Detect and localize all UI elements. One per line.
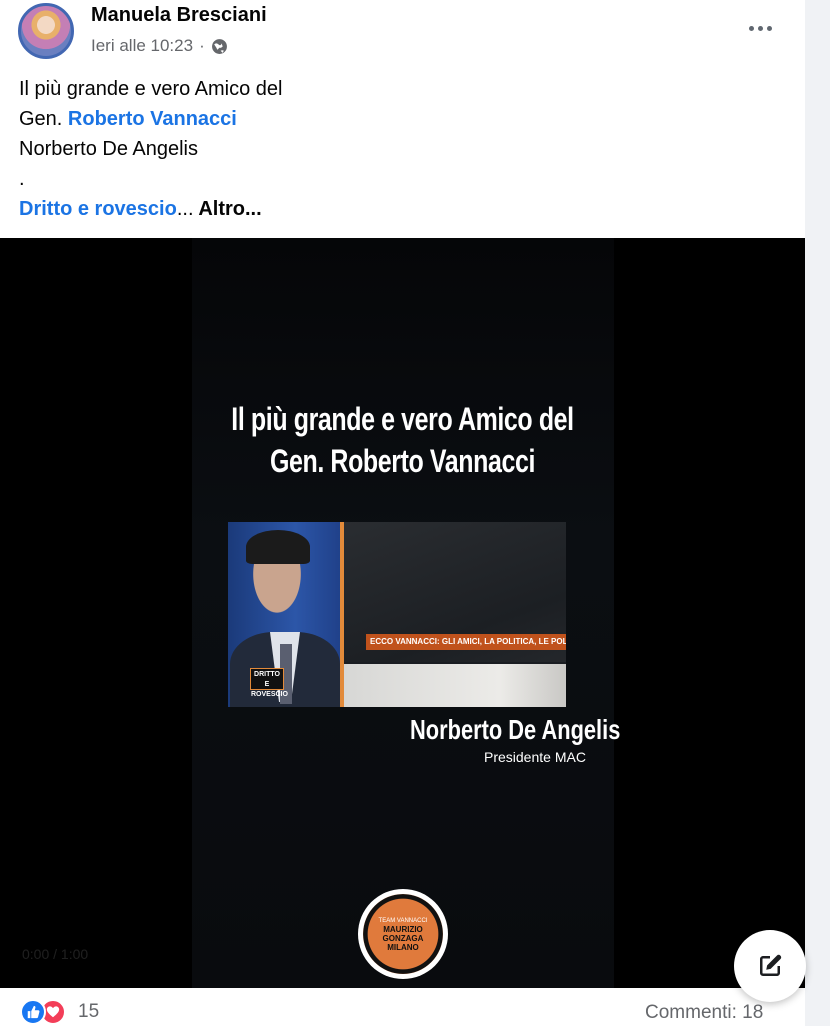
caption-line: Il più grande e vero Amico del — [19, 78, 283, 100]
team-badge: TEAM VANNACCI MAURIZIO GONZAGA MILANO — [358, 889, 448, 979]
post-meta: Ieri alle 10:23 · — [91, 36, 228, 56]
person-role: Presidente MAC — [484, 749, 586, 765]
like-icon — [20, 999, 46, 1025]
author-name[interactable]: Manuela Bresciani — [91, 4, 267, 27]
caption-ellipsis: ... — [176, 198, 194, 220]
globe-icon — [211, 38, 227, 54]
comments-count[interactable]: Commenti: 18 — [645, 1002, 763, 1024]
clip-hair — [246, 530, 310, 564]
clip-ticker: ECCO VANNACCI: GLI AMICI, LA POLITICA, L… — [366, 634, 566, 650]
caption-line: Norberto De Angelis — [19, 138, 198, 160]
reactions-summary[interactable]: 15 — [20, 999, 99, 1025]
page-background — [805, 0, 830, 1026]
caption-line: . — [19, 168, 25, 190]
meta-separator: · — [199, 36, 205, 55]
reaction-count: 15 — [78, 1001, 100, 1022]
post-card: Manuela Bresciani Ieri alle 10:23 · Il p… — [0, 0, 805, 1026]
video-player[interactable]: Il più grande e vero Amico del Gen. Robe… — [0, 238, 805, 988]
video-time: 0:00 / 1:00 — [22, 946, 89, 962]
video-headline-line: Il più grande e vero Amico del — [231, 401, 574, 437]
clip-lower-band — [344, 664, 566, 707]
person-name: Norberto De Angelis — [410, 714, 621, 745]
badge-text: MILANO — [387, 942, 419, 952]
caption-text: Gen. — [19, 108, 68, 130]
caption-line: Gen. Roberto Vannacci — [19, 104, 283, 134]
caption-line: Dritto e rovescio... Altro... — [19, 194, 283, 224]
page-link[interactable]: Dritto e rovescio — [19, 198, 177, 220]
compose-icon — [760, 954, 782, 976]
badge-text: TEAM VANNACCI — [378, 917, 428, 924]
avatar[interactable] — [18, 3, 74, 59]
timestamp[interactable]: Ieri alle 10:23 — [91, 36, 193, 56]
mention-link[interactable]: Roberto Vannacci — [68, 108, 237, 130]
badge-text: MAURIZIO — [383, 924, 423, 934]
show-logo-line: ROVESCIO — [251, 691, 288, 698]
team-badge-inner: TEAM VANNACCI MAURIZIO GONZAGA MILANO — [363, 894, 443, 974]
badge-text: GONZAGA — [382, 933, 424, 943]
video-headline: Il più grande e vero Amico del Gen. Robe… — [89, 398, 717, 482]
video-headline-line: Gen. Roberto Vannacci — [269, 443, 536, 479]
see-more-link[interactable]: Altro... — [194, 198, 261, 220]
more-options-icon[interactable] — [744, 14, 776, 42]
show-logo: DRITTO E ROVESCIO — [250, 668, 288, 698]
compose-button[interactable] — [734, 930, 806, 1002]
tv-clip: ECCO VANNACCI: GLI AMICI, LA POLITICA, L… — [228, 522, 566, 707]
post-caption: Il più grande e vero Amico del Gen. Robe… — [19, 74, 283, 224]
show-logo-line: DRITTO E — [254, 671, 280, 688]
